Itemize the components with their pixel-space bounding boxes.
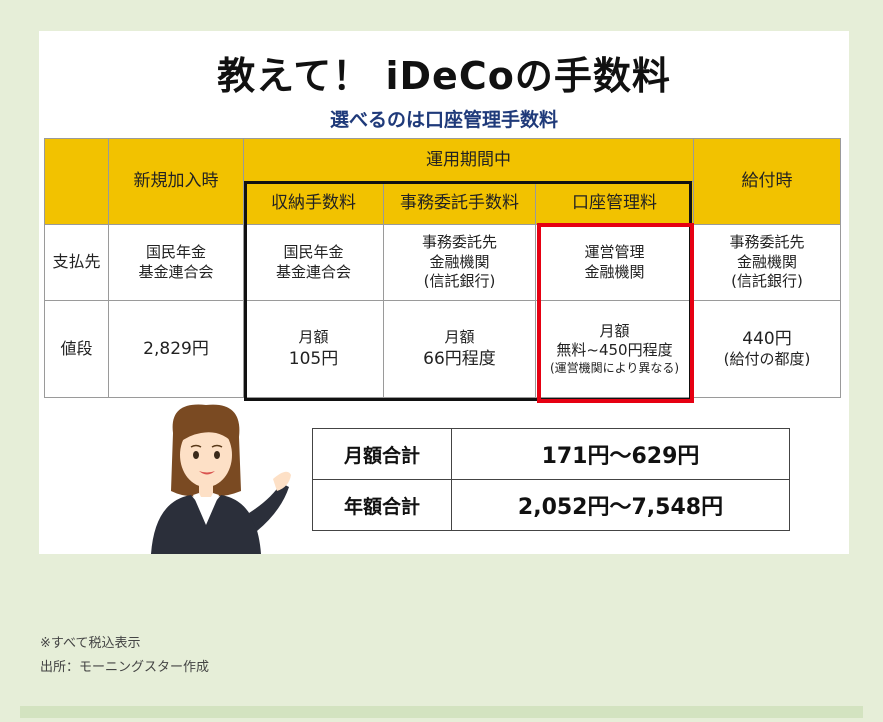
header-enroll: 新規加入時 <box>108 138 244 225</box>
price-account-line2: 無料~450円程度 <box>556 341 673 360</box>
payee-admin-line3: (信託銀行) <box>423 272 496 291</box>
annual-total-value: 2,052円～7,548円 <box>451 479 790 531</box>
source-footnote: 出所：モーニングスター作成 <box>40 660 210 675</box>
monthly-total-label: 月額合計 <box>312 428 452 480</box>
payee-admin-line2: 金融機関 <box>429 252 490 271</box>
price-benefit-line1: 440円 <box>742 329 792 350</box>
annual-total-label: 年額合計 <box>312 479 452 531</box>
price-account-line3: (運営機関により異なる) <box>549 360 680 375</box>
price-admin-line1: 月額 <box>444 328 475 347</box>
payee-account-line1: 運営管理 <box>584 243 645 261</box>
page-subtitle: 選べるのは口座管理手数料 <box>329 109 558 131</box>
payee-collection-line2: 基金連合会 <box>275 262 351 281</box>
header-admin-fee: 事務委託手数料 <box>383 181 536 225</box>
row-label-payee: 支払先 <box>44 224 109 301</box>
header-operation: 運用期間中 <box>243 138 694 182</box>
payee-benefit: 事務委託先 金融機関 (信託銀行) <box>693 224 841 301</box>
payee-admin-line1: 事務委託先 <box>421 233 497 252</box>
price-enroll: 2,829円 <box>108 300 244 398</box>
totals-table: 月額合計 171円～629円 年額合計 2,052円～7,548円 <box>312 428 790 531</box>
payee-enroll: 国民年金 基金連合会 <box>108 224 244 301</box>
price-account-line1: 月額 <box>599 321 630 340</box>
infographic-card: 教えて！ iDeCoの手数料 選べるのは口座管理手数料 新規加入時 運用期間中 … <box>39 31 849 554</box>
row-label-price: 値段 <box>44 300 109 398</box>
payee-benefit-line1: 事務委託先 <box>729 233 805 252</box>
price-collection-line1: 月額 <box>298 328 329 347</box>
payee-account-line2: 金融機関 <box>584 262 645 281</box>
price-benefit: 440円 (給付の都度) <box>693 300 841 398</box>
price-collection-line2: 105円 <box>288 348 339 369</box>
price-admin: 月額 66円程度 <box>383 300 536 398</box>
payee-admin: 事務委託先 金融機関 (信託銀行) <box>383 224 536 301</box>
header-collection-fee: 収納手数料 <box>243 181 384 225</box>
header-benefit: 給付時 <box>693 138 841 225</box>
price-admin-line2: 66円程度 <box>423 348 496 369</box>
page-title: 教えて！ iDeCoの手数料 <box>217 54 671 98</box>
price-collection: 月額 105円 <box>243 300 384 398</box>
payee-collection: 国民年金 基金連合会 <box>243 224 384 301</box>
price-benefit-line2: (給付の都度) <box>723 350 811 369</box>
monthly-total-value: 171円～629円 <box>451 428 790 480</box>
payee-enroll-line1: 国民年金 <box>145 243 206 261</box>
fee-table: 新規加入時 運用期間中 給付時 収納手数料 事務委託手数料 口座管理料 支払先 … <box>44 138 841 398</box>
price-account: 月額 無料~450円程度 (運営機関により異なる) <box>535 300 694 398</box>
payee-account: 運営管理 金融機関 <box>535 224 694 301</box>
payee-benefit-line2: 金融機関 <box>736 252 797 271</box>
table-corner <box>44 138 109 225</box>
tax-footnote: ※すべて税込表示 <box>40 636 141 651</box>
payee-enroll-line2: 基金連合会 <box>138 262 214 281</box>
payee-collection-line1: 国民年金 <box>283 243 344 261</box>
payee-benefit-line3: (信託銀行) <box>731 272 803 291</box>
header-account-fee: 口座管理料 <box>535 181 694 225</box>
businesswoman-illustration <box>151 404 291 554</box>
bottom-divider <box>20 706 863 718</box>
